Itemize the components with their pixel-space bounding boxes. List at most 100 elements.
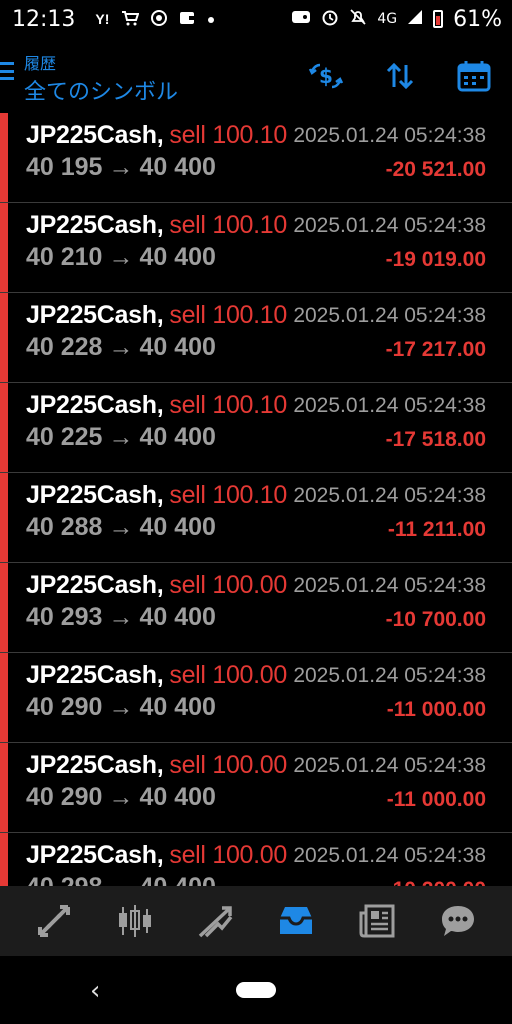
deal-row[interactable]: JP225Cash, sell 100.00 2025.01.24 05:24:38… bbox=[0, 743, 512, 833]
deal-row[interactable]: JP225Cash, sell 100.10 2025.01.24 05:24:38… bbox=[0, 473, 512, 563]
notification-icons: Y! bbox=[95, 9, 215, 29]
deal-side: sell bbox=[169, 841, 206, 869]
deal-prices: 40 228 → 40 400 bbox=[26, 333, 216, 362]
loss-indicator-bar bbox=[0, 203, 8, 292]
newspaper-icon bbox=[359, 904, 395, 938]
quotes-tab[interactable] bbox=[34, 901, 74, 941]
chrome-icon bbox=[151, 9, 168, 29]
deal-row[interactable]: JP225Cash, sell 100.10 2025.01.24 05:24:38… bbox=[0, 293, 512, 383]
arrow-right-icon: → bbox=[108, 243, 134, 271]
loss-indicator-bar bbox=[0, 293, 8, 382]
deal-row[interactable]: JP225Cash, sell 100.10 2025.01.24 05:24:38… bbox=[0, 203, 512, 293]
arrow-right-icon: → bbox=[108, 693, 134, 721]
deal-time: 2025.01.24 05:24:38 bbox=[293, 394, 486, 417]
symbol-name: JP225Cash, bbox=[26, 571, 164, 599]
deal-volume: 100.00 bbox=[212, 751, 288, 779]
deal-prices: 40 298 → 40 400 bbox=[26, 873, 216, 886]
deal-profit: -10 200.00 bbox=[386, 878, 486, 886]
chat-bubble-icon bbox=[441, 906, 474, 936]
alarm-icon bbox=[321, 8, 339, 31]
deal-row[interactable]: JP225Cash, sell 100.10 2025.01.24 05:24:38… bbox=[0, 383, 512, 473]
sort-icon[interactable] bbox=[382, 58, 418, 94]
close-price: 40 400 bbox=[139, 873, 215, 886]
symbol-name: JP225Cash, bbox=[26, 211, 164, 239]
deal-side: sell bbox=[169, 661, 206, 689]
arrow-right-icon: → bbox=[108, 873, 133, 886]
arrow-right-icon: → bbox=[108, 513, 134, 541]
deal-symbol: JP225Cash, sell 100.00 bbox=[26, 661, 287, 690]
symbol-filter[interactable]: 全てのシンボル bbox=[24, 74, 178, 106]
chart-tab[interactable] bbox=[115, 901, 155, 941]
status-right: 4G 61% bbox=[291, 7, 502, 32]
deal-symbol: JP225Cash, sell 100.10 bbox=[26, 481, 287, 510]
open-price: 40 290 bbox=[26, 783, 103, 811]
loss-indicator-bar bbox=[0, 743, 8, 832]
calendar-icon[interactable] bbox=[456, 58, 492, 94]
deal-symbol: JP225Cash, sell 100.10 bbox=[26, 211, 287, 240]
deal-prices: 40 288 → 40 400 bbox=[26, 513, 216, 542]
arrow-right-icon: → bbox=[108, 783, 134, 811]
back-button[interactable]: ‹ bbox=[90, 976, 100, 1006]
symbol-name: JP225Cash, bbox=[26, 661, 164, 689]
history-tab[interactable] bbox=[276, 901, 316, 941]
loss-indicator-bar bbox=[0, 473, 8, 562]
symbol-name: JP225Cash, bbox=[26, 121, 164, 149]
deal-row[interactable]: JP225Cash, sell 100.10 2025.01.24 05:24:38… bbox=[0, 113, 512, 203]
deal-time: 2025.01.24 05:24:38 bbox=[293, 754, 486, 777]
symbol-name: JP225Cash, bbox=[26, 841, 164, 869]
symbol-name: JP225Cash, bbox=[26, 301, 164, 329]
deal-profit: -11 000.00 bbox=[386, 698, 486, 721]
mute-icon bbox=[349, 8, 367, 31]
deal-side: sell bbox=[169, 571, 206, 599]
open-price: 40 225 bbox=[26, 423, 103, 451]
menu-icon[interactable] bbox=[0, 62, 14, 80]
deal-symbol: JP225Cash, sell 100.10 bbox=[26, 121, 287, 150]
home-pill[interactable] bbox=[236, 982, 276, 998]
deal-volume: 100.10 bbox=[212, 301, 288, 329]
dot-icon bbox=[207, 12, 215, 27]
deal-volume: 100.00 bbox=[212, 841, 288, 869]
deal-prices: 40 290 → 40 400 bbox=[26, 693, 216, 722]
deal-side: sell bbox=[169, 391, 206, 419]
deal-prices: 40 290 → 40 400 bbox=[26, 783, 216, 812]
open-price: 40 290 bbox=[26, 693, 103, 721]
deal-volume: 100.10 bbox=[212, 481, 288, 509]
deal-symbol: JP225Cash, sell 100.00 bbox=[26, 571, 287, 600]
deal-profit: -17 518.00 bbox=[385, 428, 486, 451]
deal-time: 2025.01.24 05:24:38 bbox=[293, 574, 486, 597]
arrow-right-icon: → bbox=[108, 333, 134, 361]
loss-indicator-bar bbox=[0, 113, 8, 202]
battery-level: 61% bbox=[453, 6, 502, 32]
currency-icon[interactable]: $ bbox=[308, 58, 344, 94]
deal-volume: 100.00 bbox=[212, 661, 288, 689]
signal-icon bbox=[407, 9, 423, 30]
page-title: 履歴 bbox=[24, 56, 57, 73]
system-nav-bar: ‹ bbox=[0, 956, 512, 1024]
deal-time: 2025.01.24 05:24:38 bbox=[293, 304, 486, 327]
loss-indicator-bar bbox=[0, 383, 8, 472]
chat-tab[interactable] bbox=[438, 901, 478, 941]
open-price: 40 210 bbox=[26, 243, 103, 271]
deal-volume: 100.10 bbox=[212, 211, 288, 239]
deal-row[interactable]: JP225Cash, sell 100.00 2025.01.24 05:24:38… bbox=[0, 563, 512, 653]
close-price: 40 400 bbox=[139, 783, 216, 811]
deal-side: sell bbox=[169, 481, 206, 509]
symbol-name: JP225Cash, bbox=[26, 481, 164, 509]
deal-side: sell bbox=[169, 301, 206, 329]
deal-side: sell bbox=[169, 121, 206, 149]
deal-side: sell bbox=[169, 211, 206, 239]
inbox-icon bbox=[280, 907, 313, 934]
trade-tab[interactable] bbox=[196, 901, 236, 941]
deal-row[interactable]: JP225Cash, sell 100.00 2025.01.24 05:24:38… bbox=[0, 653, 512, 743]
arrows-diagonal-icon bbox=[38, 905, 71, 937]
deal-list[interactable]: JP225Cash, sell 100.10 2025.01.24 05:24:38… bbox=[0, 113, 512, 886]
symbol-name: JP225Cash, bbox=[26, 391, 164, 419]
cart-icon bbox=[121, 10, 140, 29]
loss-indicator-bar bbox=[0, 563, 8, 652]
svg-text:$: $ bbox=[319, 64, 333, 88]
deal-symbol: JP225Cash, sell 100.00 bbox=[26, 841, 287, 870]
news-tab[interactable] bbox=[357, 901, 397, 941]
deal-row[interactable]: JP225Cash, sell 100.00 2025.01.24 05:24:38… bbox=[0, 833, 512, 886]
deal-prices: 40 195 → 40 400 bbox=[26, 153, 216, 182]
arrow-right-icon: → bbox=[108, 423, 134, 451]
